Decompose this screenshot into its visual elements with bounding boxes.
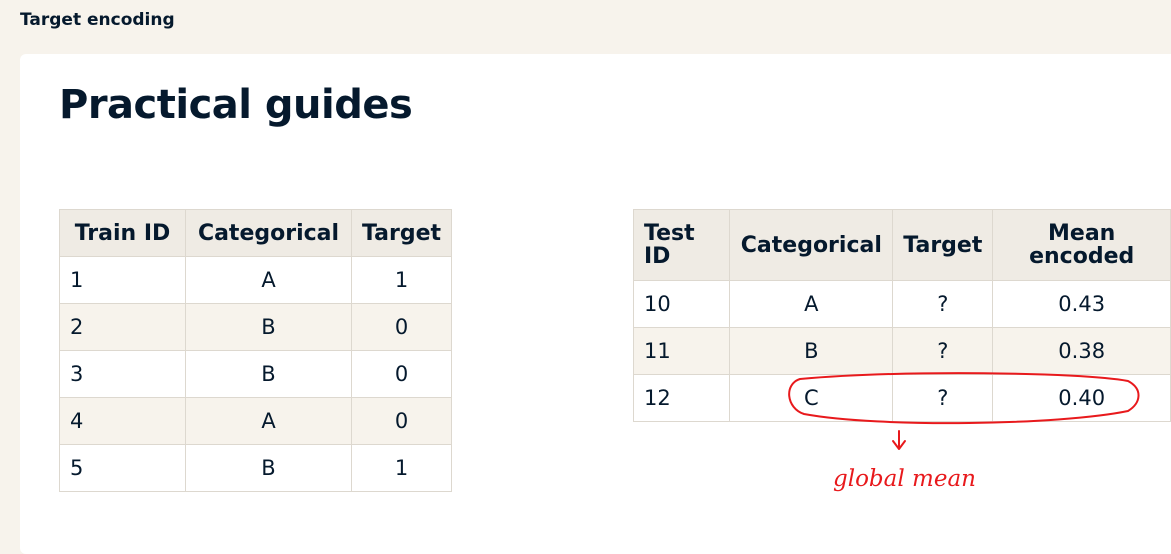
annotation-note: global mean: [833, 466, 976, 492]
annotation-circle: [788, 372, 1140, 425]
handwritten-annotation: [788, 372, 1140, 450]
annotation-arrow: [892, 430, 906, 450]
